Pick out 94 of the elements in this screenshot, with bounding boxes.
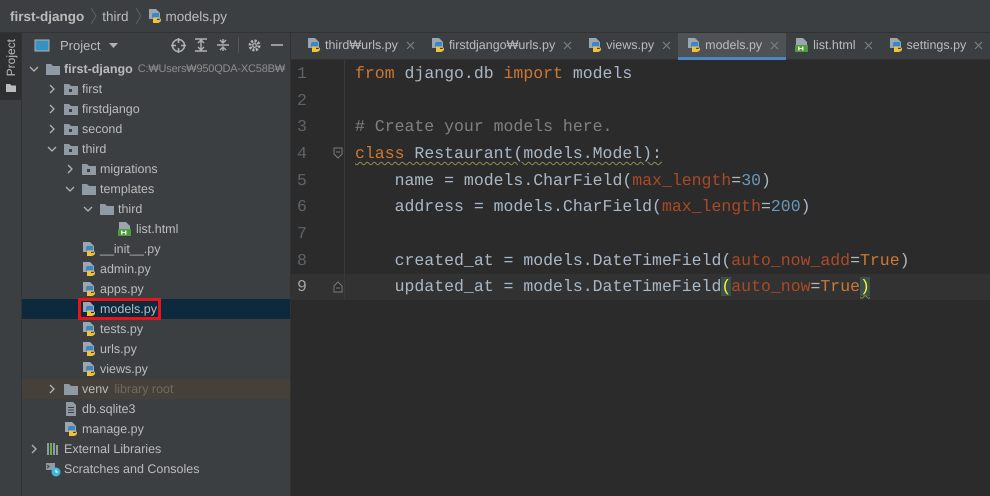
breadcrumb-separator [134,7,142,25]
python-file-icon [430,37,446,53]
python-file-icon [587,37,604,53]
python-file-icon [81,261,97,277]
text-file-icon [63,401,79,417]
scratch-console-icon [45,461,61,477]
python-file-icon [81,361,97,377]
python-file-icon [81,301,97,317]
line-number: 8 [296,250,308,270]
fold-end-marker-icon[interactable] [332,280,342,293]
close-icon[interactable] [562,40,574,50]
package-folder-icon [63,101,79,117]
dropdown-caret-icon[interactable] [108,42,120,48]
locate-crosshair-icon[interactable] [171,38,186,52]
close-icon[interactable] [973,40,984,50]
editor-tab[interactable]: views.py [579,33,678,60]
folder-icon [63,381,79,397]
fold-marker-icon[interactable] [332,147,342,160]
code-line: # Create your models here. [354,117,612,136]
code-line: updated_at = models.DateTimeField(auto_now=True) [394,277,870,296]
python-file-icon [888,37,904,53]
line-number: 6 [296,197,308,216]
package-folder-icon [81,161,97,177]
tree-item-label[interactable]: views.py [100,362,148,376]
tree-item-label[interactable]: manage.py [82,422,144,436]
tree-item-label[interactable]: third [82,142,106,156]
tree-item-label[interactable]: first [82,82,102,96]
folder-icon [99,201,115,217]
line-number: 4 [296,144,308,163]
editor-tab[interactable]: list.html [786,33,880,60]
tree-item-label[interactable]: second [82,122,122,136]
tool-window-button[interactable]: Project [0,33,21,100]
tree-item-label[interactable]: tests.py [100,322,144,336]
tree-item-label[interactable]: apps.py [100,282,144,296]
selected-tree-row[interactable]: models.py [22,299,290,319]
tree-item-label[interactable]: first-django [64,62,133,76]
html-file-icon [117,221,133,237]
breadcrumb-separator [89,7,98,25]
line-number: 9 [296,277,308,296]
tree-item-label[interactable]: db.sqlite3 [82,402,136,416]
python-file-icon [63,421,79,437]
line-number: 3 [296,117,308,136]
close-icon[interactable] [404,40,416,50]
project-path: C:₩Users₩950QDA-XC58B₩ [138,63,285,75]
folder-icon [45,61,61,77]
code-line: class Restaurant(models.Model): [354,144,662,163]
tree-item-label[interactable]: Scratches and Consoles [64,462,200,476]
package-folder-icon [63,141,79,157]
python-file-icon [686,37,702,53]
tree-item-label[interactable]: firstdjango [82,102,140,116]
editor-tab[interactable]: models.py [678,33,786,60]
project-view-icon [34,38,50,52]
code-line: address = models.CharField(max_length=200) [394,197,811,216]
close-icon[interactable] [862,40,874,50]
close-icon[interactable] [661,40,672,50]
folder-icon [4,82,16,94]
settings-icon[interactable] [247,38,262,52]
tree-item-label[interactable]: External Libraries [64,442,162,456]
library-stack-icon [45,441,61,457]
python-file-icon [81,321,97,337]
collapse-all-icon[interactable] [216,38,230,52]
html-file-icon [794,37,810,53]
python-file-icon [81,341,97,357]
code-line: name = models.CharField(max_length=30) [394,170,771,190]
python-file-icon [306,37,322,53]
line-number: 5 [296,170,308,190]
tree-item-label[interactable]: list.html [136,222,178,236]
package-folder-icon [63,81,79,97]
expand-all-icon[interactable] [194,38,208,52]
python-file-icon [146,8,163,24]
tree-item-label[interactable]: urls.py [100,342,137,356]
tree-item-label[interactable]: templates [100,182,154,196]
editor-tab[interactable]: settings.py [880,33,990,60]
python-file-icon [81,281,97,297]
breadcrumb-item[interactable]: first-django [10,8,84,24]
code-line: from django.db import models [354,64,632,83]
tree-item-label[interactable]: venv [82,382,108,396]
line-number: 1 [296,64,308,83]
breadcrumb-item[interactable]: models.py [166,8,228,24]
line-number: 7 [296,224,308,243]
code-line: created_at = models.DateTimeField(auto_now_add=True) [394,250,910,270]
tree-item-label[interactable]: migrations [100,162,158,176]
python-file-icon [81,241,97,257]
line-number: 2 [296,90,308,110]
tree-item-label[interactable]: admin.py [100,262,151,276]
editor-tab[interactable]: third₩urls.py [298,33,422,60]
package-folder-icon [63,121,79,137]
tree-item-label[interactable]: third [118,202,142,216]
tree-item-label[interactable]: models.py [100,302,157,316]
folder-icon [81,181,97,197]
project-view-selector[interactable]: Project [60,38,100,52]
tree-item-label[interactable]: __init__.py [100,242,160,256]
breadcrumb-item[interactable]: third [102,8,129,24]
editor-tab[interactable]: firstdjango₩urls.py [422,33,580,60]
